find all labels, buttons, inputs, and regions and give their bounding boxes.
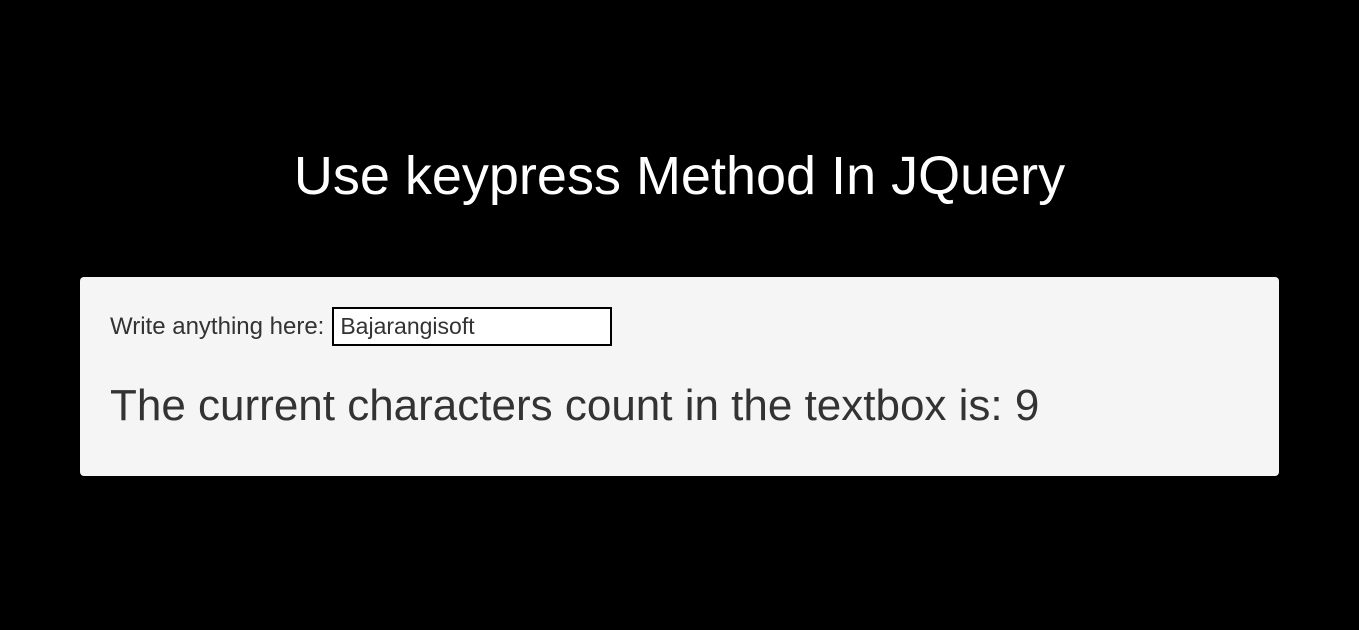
- input-row: Write anything here:: [110, 307, 1249, 346]
- card-panel: Write anything here: The current charact…: [80, 277, 1279, 476]
- character-count-text: The current characters count in the text…: [110, 381, 1249, 431]
- main-container: Use keypress Method In JQuery Write anyt…: [0, 0, 1359, 476]
- page-title: Use keypress Method In JQuery: [0, 145, 1359, 207]
- text-input[interactable]: [332, 307, 612, 346]
- input-label: Write anything here:: [110, 313, 324, 341]
- count-prefix: The current characters count in the text…: [110, 381, 1015, 430]
- count-value: 9: [1015, 381, 1039, 430]
